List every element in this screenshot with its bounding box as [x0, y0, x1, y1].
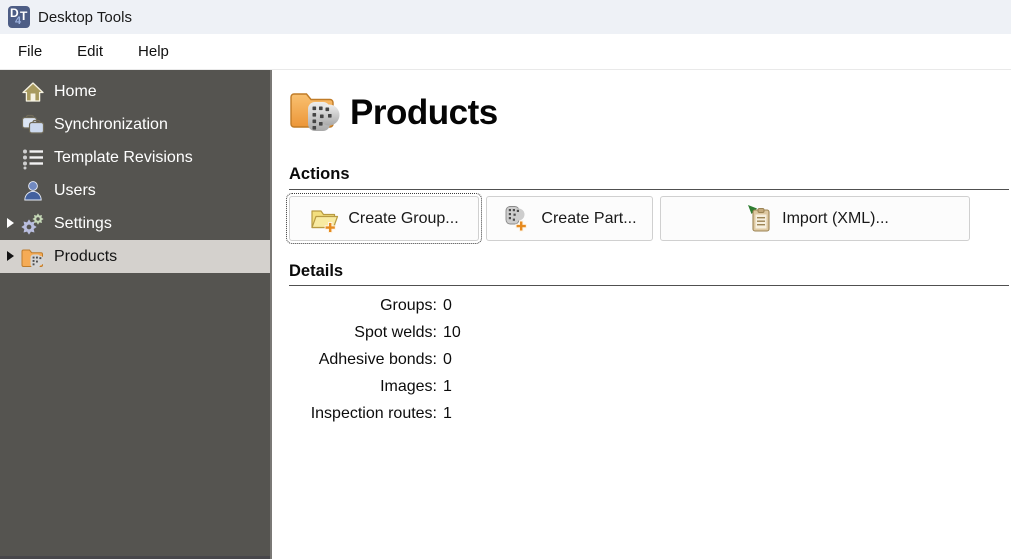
- detail-label: Spot welds:: [354, 324, 437, 341]
- detail-value: 1: [443, 405, 452, 422]
- page-header: Products: [287, 85, 498, 140]
- titlebar: D T 4 Desktop Tools: [0, 0, 1011, 34]
- menu-edit[interactable]: Edit: [64, 35, 116, 68]
- sidebar-item-label: Template Revisions: [54, 148, 193, 166]
- main-content: Products Actions Create Group... Create …: [272, 70, 1011, 559]
- detail-row-images: Images: 1: [289, 373, 461, 400]
- detail-label: Images:: [380, 378, 437, 395]
- detail-row-spot-welds: Spot welds: 10: [289, 319, 461, 346]
- detail-label: Adhesive bonds:: [318, 351, 437, 368]
- sidebar-item-products[interactable]: Products: [0, 240, 270, 273]
- sidebar-item-label: Settings: [54, 214, 112, 232]
- window-title: Desktop Tools: [38, 8, 132, 26]
- sidebar-item-template-revisions[interactable]: Template Revisions: [0, 141, 270, 174]
- products-folder-icon: [20, 244, 46, 270]
- sidebar-item-synchronization[interactable]: Synchronization: [0, 108, 270, 141]
- products-folder-large-icon: [287, 85, 341, 140]
- app-logo-digit-4: 4: [15, 15, 22, 27]
- create-part-icon: [505, 206, 528, 232]
- menubar: File Edit Help: [0, 34, 1011, 70]
- app-window: D T 4 Desktop Tools File Edit Help Home: [0, 0, 1011, 559]
- sync-icon: [20, 112, 46, 138]
- actions-divider: [289, 189, 1009, 190]
- sidebar-item-users[interactable]: Users: [0, 174, 270, 207]
- app-logo-icon: D T 4: [8, 6, 30, 28]
- detail-value: 1: [443, 378, 452, 395]
- detail-value: 0: [443, 351, 452, 368]
- create-part-button[interactable]: Create Part...: [486, 196, 653, 241]
- import-xml-label: Import (XML)...: [782, 209, 889, 227]
- sidebar-item-label: Users: [54, 181, 96, 199]
- actions-buttons-row: Create Group... Create Part... Import (X…: [286, 193, 970, 244]
- sidebar-item-settings[interactable]: Settings: [0, 207, 270, 240]
- detail-row-inspection-routes: Inspection routes: 1: [289, 400, 461, 427]
- expand-arrow-icon[interactable]: [7, 218, 14, 228]
- detail-label: Groups:: [380, 297, 437, 314]
- details-divider: [289, 285, 1009, 286]
- detail-row-adhesive-bonds: Adhesive bonds: 0: [289, 346, 461, 373]
- sidebar: Home Synchronization Template Revisions …: [0, 70, 272, 559]
- users-icon: [20, 178, 46, 204]
- home-icon: [20, 79, 46, 105]
- sidebar-item-home[interactable]: Home: [0, 75, 270, 108]
- sidebar-item-label: Synchronization: [54, 115, 168, 133]
- actions-heading: Actions: [289, 165, 350, 183]
- create-part-label: Create Part...: [541, 209, 637, 227]
- expand-arrow-icon[interactable]: [7, 251, 14, 261]
- menu-file[interactable]: File: [5, 35, 55, 68]
- details-list: Groups: 0 Spot welds: 10 Adhesive bonds:…: [289, 292, 461, 427]
- settings-gears-icon: [20, 211, 46, 237]
- menu-help[interactable]: Help: [125, 35, 182, 68]
- create-group-label: Create Group...: [348, 209, 459, 227]
- detail-value: 0: [443, 297, 452, 314]
- page-title: Products: [350, 92, 498, 132]
- details-heading: Details: [289, 262, 344, 280]
- sidebar-item-label: Products: [54, 247, 118, 265]
- sidebar-item-label: Home: [54, 82, 97, 100]
- detail-value: 10: [443, 324, 461, 341]
- import-xml-button[interactable]: Import (XML)...: [660, 196, 970, 241]
- import-xml-icon: [748, 205, 770, 232]
- create-group-button[interactable]: Create Group...: [286, 193, 482, 244]
- template-revisions-icon: [20, 145, 46, 171]
- detail-row-groups: Groups: 0: [289, 292, 461, 319]
- create-group-icon: [311, 210, 339, 233]
- detail-label: Inspection routes:: [310, 405, 437, 422]
